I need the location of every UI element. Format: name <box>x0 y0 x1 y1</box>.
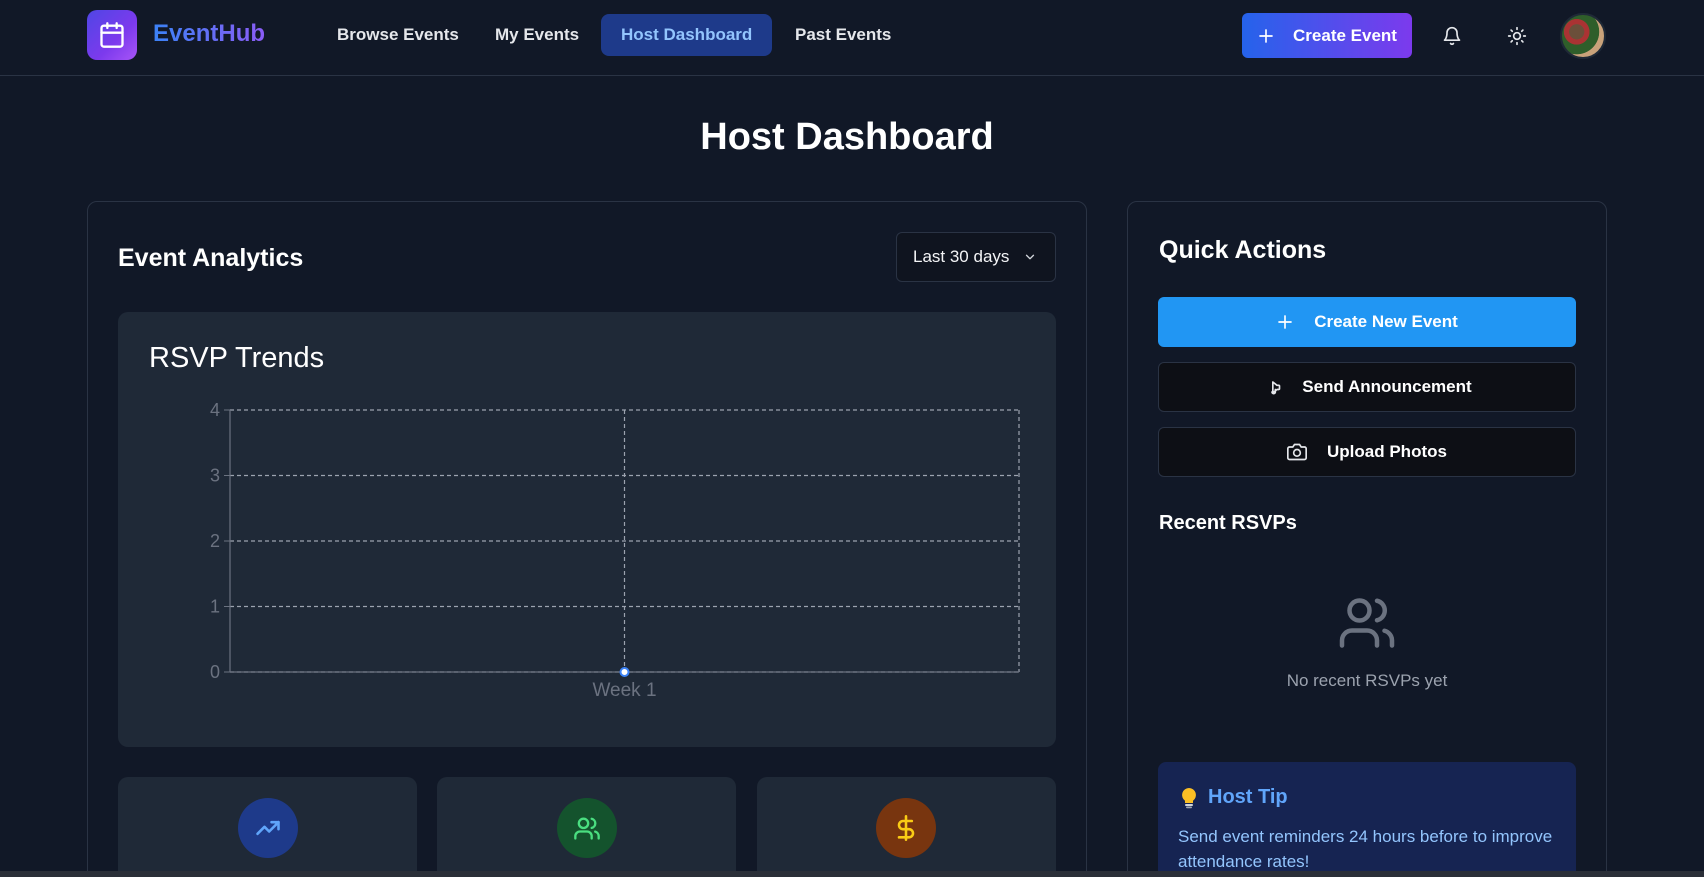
stat-revenue-badge <box>876 798 936 858</box>
send-announcement-label: Send Announcement <box>1302 377 1472 396</box>
megaphone-icon <box>1271 381 1281 395</box>
send-announcement-button[interactable]: Send Announcement <box>1158 362 1576 412</box>
x-tick-label: Week 1 <box>592 680 656 701</box>
y-tick-label: 4 <box>210 400 220 420</box>
quick-actions-title: Quick Actions <box>1159 236 1327 264</box>
host-tip-header: Host Tip <box>1180 786 1288 809</box>
stat-attendees-badge <box>557 798 617 858</box>
upload-photos-button[interactable]: Upload Photos <box>1158 427 1576 477</box>
stat-trend-badge <box>238 798 298 858</box>
upload-photos-label: Upload Photos <box>1327 442 1447 461</box>
y-tick-label: 2 <box>210 531 220 551</box>
y-tick-label: 0 <box>210 662 220 682</box>
bottom-scroll-strip <box>0 871 1704 877</box>
host-tip-title: Host Tip <box>1208 786 1288 808</box>
create-new-event-label: Create New Event <box>1314 312 1458 331</box>
plus-icon <box>1278 315 1293 329</box>
users-icon <box>574 817 600 840</box>
dollar-icon <box>897 815 915 841</box>
lightbulb-icon <box>1182 787 1196 808</box>
y-tick-label: 1 <box>210 597 220 617</box>
y-tick-label: 3 <box>210 466 220 486</box>
host-tip-text: Send event reminders 24 hours before to … <box>1178 827 1553 871</box>
trending-up-icon <box>256 820 280 836</box>
create-new-event-button[interactable]: Create New Event <box>1158 297 1576 347</box>
camera-icon <box>1287 443 1308 461</box>
recent-rsvps-title: Recent RSVPs <box>1159 512 1297 534</box>
empty-rsvps-text: No recent RSVPs yet <box>1286 671 1448 690</box>
users-icon <box>1339 598 1395 648</box>
data-point <box>619 667 630 677</box>
